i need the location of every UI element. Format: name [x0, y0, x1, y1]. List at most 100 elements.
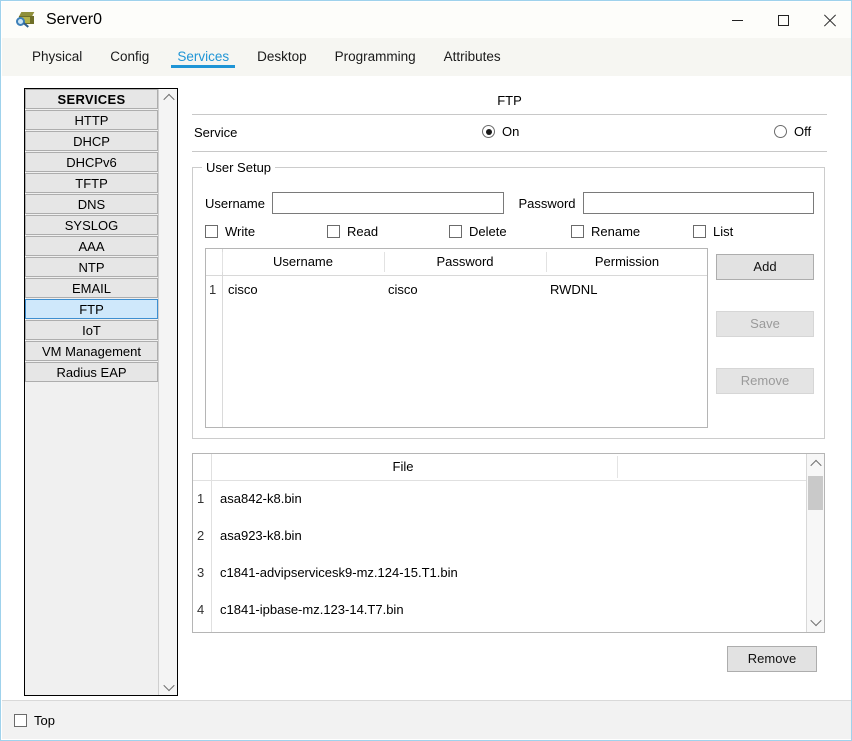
- sidebar-item-ftp[interactable]: FTP: [25, 299, 158, 319]
- users-table[interactable]: Username Password Permission 1 cisco cis…: [205, 248, 708, 428]
- permission-delete-label: Delete: [469, 224, 507, 239]
- radio-on-icon: [482, 125, 495, 138]
- permission-delete-checkbox[interactable]: Delete: [449, 224, 571, 239]
- permission-read-checkbox[interactable]: Read: [327, 224, 449, 239]
- file-name: asa842-k8.bin: [220, 491, 302, 506]
- file-name: c1841-advipservicesk9-mz.124-15.T1.bin: [220, 565, 458, 580]
- username-input[interactable]: [271, 192, 505, 214]
- list-item[interactable]: 1 asa842-k8.bin: [193, 481, 824, 518]
- server-magnifier-icon: [16, 10, 36, 30]
- scroll-up-icon[interactable]: [159, 89, 177, 106]
- checkbox-top-icon: [14, 713, 27, 727]
- file-list-scrollbar[interactable]: [806, 454, 824, 632]
- password-input[interactable]: [582, 192, 814, 214]
- service-on-label: On: [502, 124, 520, 139]
- sidebar-scrollbar[interactable]: [158, 89, 177, 695]
- table-row[interactable]: 1 cisco cisco RWDNL: [206, 276, 707, 304]
- cell-permission: RWDNL: [550, 282, 598, 297]
- title-bar: Server0: [2, 2, 851, 38]
- tab-physical[interactable]: Physical: [18, 38, 96, 76]
- list-item[interactable]: 2 asa923-k8.bin: [193, 518, 824, 555]
- sidebar-item-dhcpv6[interactable]: DHCPv6: [25, 152, 158, 172]
- save-button[interactable]: Save: [716, 311, 814, 337]
- permissions-row: Write Read Delete Rename List: [205, 224, 815, 239]
- permission-write-label: Write: [225, 224, 256, 239]
- window-title: Server0: [46, 11, 103, 28]
- row-index: 1: [197, 491, 205, 506]
- user-action-buttons: Add Save Remove: [716, 254, 816, 394]
- maximize-button[interactable]: [760, 2, 806, 38]
- page-title: FTP: [497, 93, 522, 108]
- scrollbar-thumb[interactable]: [808, 476, 823, 510]
- password-label: Password: [518, 195, 576, 211]
- bottom-bar: Top: [2, 700, 851, 739]
- sidebar-item-aaa[interactable]: AAA: [25, 236, 158, 256]
- minimize-button[interactable]: [714, 2, 760, 38]
- row-index: 3: [197, 565, 205, 580]
- tab-config[interactable]: Config: [96, 38, 163, 76]
- service-off-radio[interactable]: Off: [774, 124, 811, 139]
- sidebar-item-http[interactable]: HTTP: [25, 110, 158, 130]
- column-header-permission: Permission: [594, 254, 660, 269]
- scroll-down-icon[interactable]: [159, 678, 177, 695]
- sidebar-item-iot[interactable]: IoT: [25, 320, 158, 340]
- list-item[interactable]: 3 c1841-advipservicesk9-mz.124-15.T1.bin: [193, 555, 824, 592]
- permission-read-label: Read: [347, 224, 379, 239]
- maximize-icon: [777, 14, 789, 26]
- cell-username: cisco: [228, 282, 258, 297]
- tab-programming[interactable]: Programming: [321, 38, 430, 76]
- user-setup-group: User Setup Username Password Write Read: [192, 160, 825, 439]
- column-header-password: Password: [436, 254, 494, 269]
- permission-rename-label: Rename: [591, 224, 641, 239]
- row-index: 4: [197, 602, 205, 617]
- sidebar-item-ntp[interactable]: NTP: [25, 257, 158, 277]
- file-name: asa923-k8.bin: [220, 528, 302, 543]
- top-checkbox[interactable]: Top: [14, 713, 55, 728]
- close-button[interactable]: [806, 2, 851, 38]
- users-table-header: Username Password Permission: [206, 249, 707, 276]
- top-checkbox-label: Top: [34, 712, 55, 728]
- file-list-header: File: [193, 454, 824, 481]
- service-label: Service: [194, 125, 238, 140]
- ftp-panel: FTP Service On Off User Setup Username P…: [192, 88, 827, 696]
- services-sidebar: SERVICES HTTP DHCP DHCPv6 TFTP DNS SYSLO…: [24, 88, 178, 696]
- sidebar-item-syslog[interactable]: SYSLOG: [25, 215, 158, 235]
- file-column-divider: [617, 456, 618, 478]
- sidebar-item-dns[interactable]: DNS: [25, 194, 158, 214]
- divider-service: [192, 151, 827, 152]
- permission-list-checkbox[interactable]: List: [693, 224, 733, 239]
- username-label: Username: [205, 195, 265, 211]
- services-list: SERVICES HTTP DHCP DHCPv6 TFTP DNS SYSLO…: [25, 89, 158, 383]
- service-row: Service On Off: [192, 115, 827, 151]
- sidebar-item-email[interactable]: EMAIL: [25, 278, 158, 298]
- tab-desktop[interactable]: Desktop: [243, 38, 321, 76]
- checkbox-read-icon: [327, 225, 340, 238]
- row-index: 2: [197, 528, 205, 543]
- minimize-icon: [731, 19, 743, 21]
- close-icon: [823, 14, 836, 27]
- permission-write-checkbox[interactable]: Write: [205, 224, 327, 239]
- credentials-row: Username Password: [205, 192, 814, 214]
- add-button[interactable]: Add: [716, 254, 814, 280]
- sidebar-item-tftp[interactable]: TFTP: [25, 173, 158, 193]
- window-controls: [714, 2, 851, 38]
- permission-rename-checkbox[interactable]: Rename: [571, 224, 693, 239]
- sidebar-item-dhcp[interactable]: DHCP: [25, 131, 158, 151]
- checkbox-delete-icon: [449, 225, 462, 238]
- user-setup-legend: User Setup: [202, 160, 276, 175]
- file-list[interactable]: File 1 asa842-k8.bin 2 asa923-k8.bin 3 c…: [192, 453, 825, 633]
- row-index: 1: [209, 282, 217, 297]
- service-on-radio[interactable]: On: [482, 124, 519, 139]
- sidebar-item-vm-management[interactable]: VM Management: [25, 341, 158, 361]
- sidebar-item-radius-eap[interactable]: Radius EAP: [25, 362, 158, 382]
- scroll-down-icon[interactable]: [807, 613, 824, 631]
- remove-user-button[interactable]: Remove: [716, 368, 814, 394]
- cell-password: cisco: [388, 282, 418, 297]
- list-item[interactable]: 4 c1841-ipbase-mz.123-14.T7.bin: [193, 592, 824, 629]
- scroll-up-icon[interactable]: [807, 455, 824, 473]
- remove-file-button[interactable]: Remove: [727, 646, 817, 672]
- tab-attributes[interactable]: Attributes: [430, 38, 515, 76]
- tab-services[interactable]: Services: [163, 38, 243, 76]
- content-area: SERVICES HTTP DHCP DHCPv6 TFTP DNS SYSLO…: [2, 76, 851, 701]
- file-name: c1841-ipbase-mz.123-14.T7.bin: [220, 602, 404, 617]
